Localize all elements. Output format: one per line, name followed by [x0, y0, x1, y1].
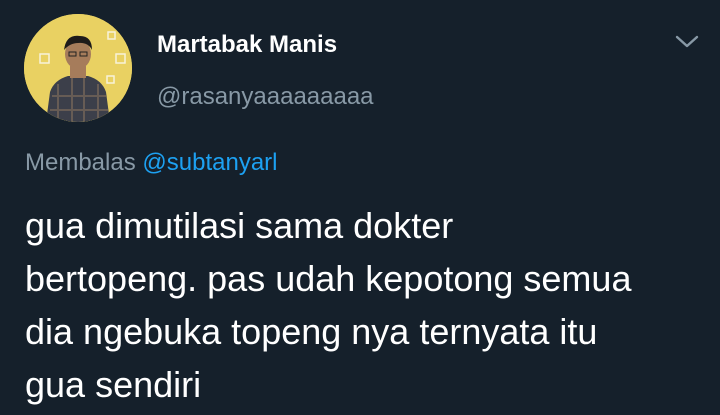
tweet-text-line: bertopeng. pas udah kepotong semua — [25, 258, 632, 299]
profile-photo-icon — [24, 14, 132, 122]
tweet-card: Martabak Manis @rasanyaaaaaaaaa Membalas… — [0, 0, 720, 415]
tweet-text-line: gua sendiri — [25, 364, 202, 405]
chevron-down-icon — [675, 35, 699, 48]
reply-prefix: Membalas — [25, 149, 136, 176]
avatar[interactable] — [24, 14, 132, 122]
tweet-text-line: gua dimutilasi sama dokter — [25, 205, 454, 246]
more-options-button[interactable] — [670, 28, 704, 56]
display-name[interactable]: Martabak Manis — [157, 30, 337, 60]
reply-mention-link[interactable]: @subtanyarl — [142, 149, 277, 176]
reply-context: Membalas @subtanyarl — [25, 148, 277, 178]
tweet-text: gua dimutilasi sama dokter bertopeng. pa… — [25, 199, 705, 411]
tweet-text-line: dia ngebuka topeng nya ternyata itu — [25, 311, 598, 352]
user-handle[interactable]: @rasanyaaaaaaaaa — [157, 82, 374, 112]
